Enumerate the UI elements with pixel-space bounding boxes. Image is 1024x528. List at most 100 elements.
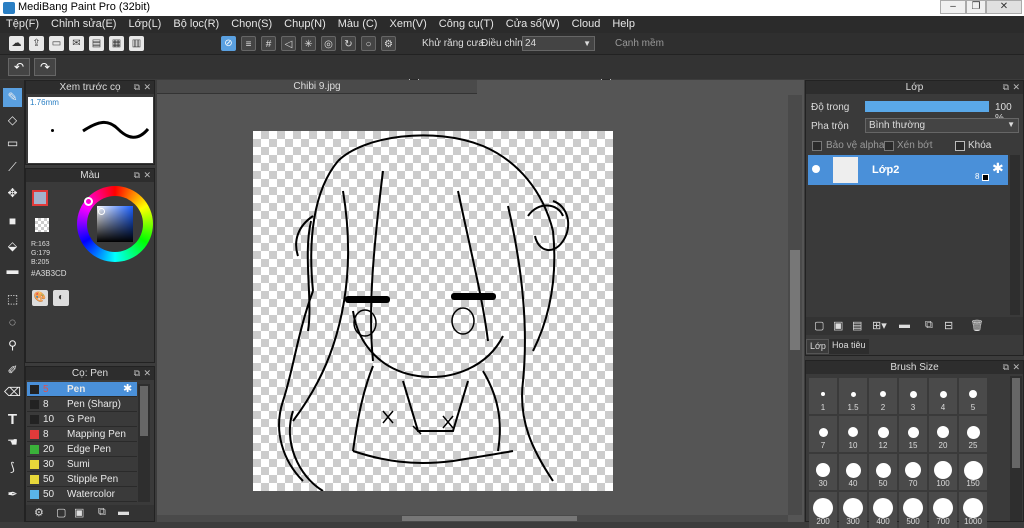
close-button[interactable]: ✕ [986,0,1022,14]
close-icon[interactable]: ✕ [1012,81,1020,94]
float-icon[interactable]: ⧉ [1003,361,1009,374]
brush-settings-icon[interactable]: ⚙ [34,506,44,519]
brush-size-cell[interactable]: 12 [869,416,897,452]
cross-snap-icon[interactable]: # [261,36,276,51]
merge-layer-icon[interactable]: ⊟ [944,319,953,332]
tab-canvas[interactable]: Chibi 9.jpg [157,80,477,94]
brush-item[interactable]: 8 Mapping Pen [27,427,137,442]
hand-tool-icon[interactable]: ☚ [3,433,22,452]
menu-select[interactable]: Chọn(S) [225,16,278,30]
brush-size-scrollbar[interactable] [1010,376,1022,521]
brush-size-cell[interactable]: 200 [809,492,837,528]
new-layer-icon[interactable]: ▢ [814,319,824,332]
hue-marker[interactable] [84,197,93,206]
menu-window[interactable]: Cửa sổ(W) [500,16,566,30]
redo-icon[interactable]: ↷ [34,58,56,76]
brush-size-cell[interactable]: 25 [959,416,987,452]
brush-item[interactable]: 20 Edge Pen [27,442,137,457]
brush-size-cell[interactable]: 20 [929,416,957,452]
fill-rect-tool-icon[interactable]: ■ [3,212,22,231]
panels-icon[interactable]: ▥ [129,36,144,51]
select-tool-icon[interactable]: ⬚ [3,290,22,309]
brush-size-cell[interactable]: 1.5 [839,378,867,414]
brush-list-scrollbar[interactable] [138,384,150,502]
gradient-tool-icon[interactable]: ▬ [3,261,22,280]
brush-size-cell[interactable]: 3 [899,378,927,414]
brush-item[interactable]: 10 G Pen [27,412,137,427]
brush-size-cell[interactable]: 15 [899,416,927,452]
duplicate-layer-icon[interactable]: ⧉ [925,319,933,332]
palette-icon[interactable]: 🎨 [32,290,48,306]
layer-settings-icon[interactable]: ✱ [992,160,1004,177]
rectangle-tool-icon[interactable]: ▭ [3,134,22,153]
circle-snap-icon[interactable]: ◎ [321,36,336,51]
blend-select[interactable]: Bình thường ▼ [865,118,1019,133]
vertical-scrollbar[interactable] [788,95,802,515]
comment-icon[interactable]: ▭ [49,36,64,51]
tab-layers[interactable]: Lớp [806,339,829,354]
sv-marker[interactable] [98,208,105,215]
float-icon[interactable]: ⧉ [134,81,140,94]
layer-row[interactable]: Lớp2 8 ✱ [808,155,1008,185]
new-1bit-layer-icon[interactable]: ▤ [852,319,862,332]
brush-item[interactable]: 50 Stipple Pen [27,472,137,487]
cloud-icon[interactable]: ☁ [9,36,24,51]
folder-icon[interactable]: ▬ [899,319,910,331]
snap-off-icon[interactable]: ⊘ [221,36,236,51]
share-icon[interactable]: ⇪ [29,36,44,51]
minimize-button[interactable]: – [940,0,966,14]
parallel-snap-icon[interactable]: ≡ [241,36,256,51]
primary-color-swatch[interactable] [32,190,48,206]
brush-tool-icon[interactable]: ✎ [3,88,22,107]
horizontal-scrollbar[interactable] [157,515,788,522]
float-icon[interactable]: ⧉ [134,169,140,182]
menu-filter[interactable]: Bộ lọc(R) [167,16,225,30]
restore-button[interactable]: ❐ [966,0,986,14]
close-icon[interactable]: ✕ [143,367,151,380]
color-history-icon[interactable]: ◐ [53,290,69,306]
folder-icon[interactable]: ▬ [118,506,129,518]
protect-alpha-checkbox[interactable] [812,141,822,151]
select-eraser-tool-icon[interactable]: ⌫ [3,383,22,402]
drawing-canvas[interactable] [253,131,613,491]
select-pen-tool-icon[interactable]: ✐ [3,361,22,380]
brush-item[interactable]: 50 Watercolor [27,487,137,502]
hue-ring[interactable] [77,186,153,262]
pen-tool-icon[interactable]: ✒ [3,485,22,504]
magic-wand-tool-icon[interactable]: ⚲ [3,336,22,355]
brush-settings-icon[interactable]: ✱ [123,382,132,397]
brush-size-cell[interactable]: 150 [959,454,987,490]
menu-view[interactable]: Xem(V) [383,16,432,30]
bucket-tool-icon[interactable]: ⬙ [3,237,22,256]
brush-size-cell[interactable]: 1 [809,378,837,414]
brush-size-cell[interactable]: 500 [899,492,927,528]
menu-capture[interactable]: Chụp(N) [278,16,332,30]
lock-checkbox[interactable] [955,141,965,151]
eyedropper-tool-icon[interactable]: ⟆ [3,458,22,477]
add-layer-menu-icon[interactable]: ⊞▾ [872,319,887,332]
brush-size-cell[interactable]: 10 [839,416,867,452]
dot-tool-icon[interactable]: ⟋ [3,158,22,177]
brush-item[interactable]: 30 Sumi [27,457,137,472]
menu-help[interactable]: Help [606,16,641,30]
brush-size-cell[interactable]: 4 [929,378,957,414]
brush-size-cell[interactable]: 1000 [959,492,987,528]
snap-settings-icon[interactable]: ⚙ [381,36,396,51]
strength-select[interactable]: 24 ▼ [522,36,595,51]
brush-item[interactable]: 5 Pen ✱ [27,382,137,397]
brush-size-cell[interactable]: 300 [839,492,867,528]
new-brush-icon[interactable]: ▢ [56,506,66,519]
brush-size-cell[interactable]: 2 [869,378,897,414]
brush-size-cell[interactable]: 40 [839,454,867,490]
tab-navigator[interactable]: Hoa tiêu [829,339,869,354]
delete-layer-icon[interactable]: 🗑 [970,319,984,332]
menu-color[interactable]: Màu (C) [332,16,384,30]
clip-checkbox[interactable] [884,141,894,151]
move-tool-icon[interactable]: ✥ [3,184,22,203]
eraser-tool-icon[interactable]: ◇ [3,111,22,130]
layer-scrollbar[interactable] [1010,155,1020,315]
copy-brush-icon[interactable]: ⧉ [98,506,106,519]
brush-size-cell[interactable]: 70 [899,454,927,490]
brush-item[interactable]: 8 Pen (Sharp) [27,397,137,412]
close-icon[interactable]: ✕ [143,81,151,94]
